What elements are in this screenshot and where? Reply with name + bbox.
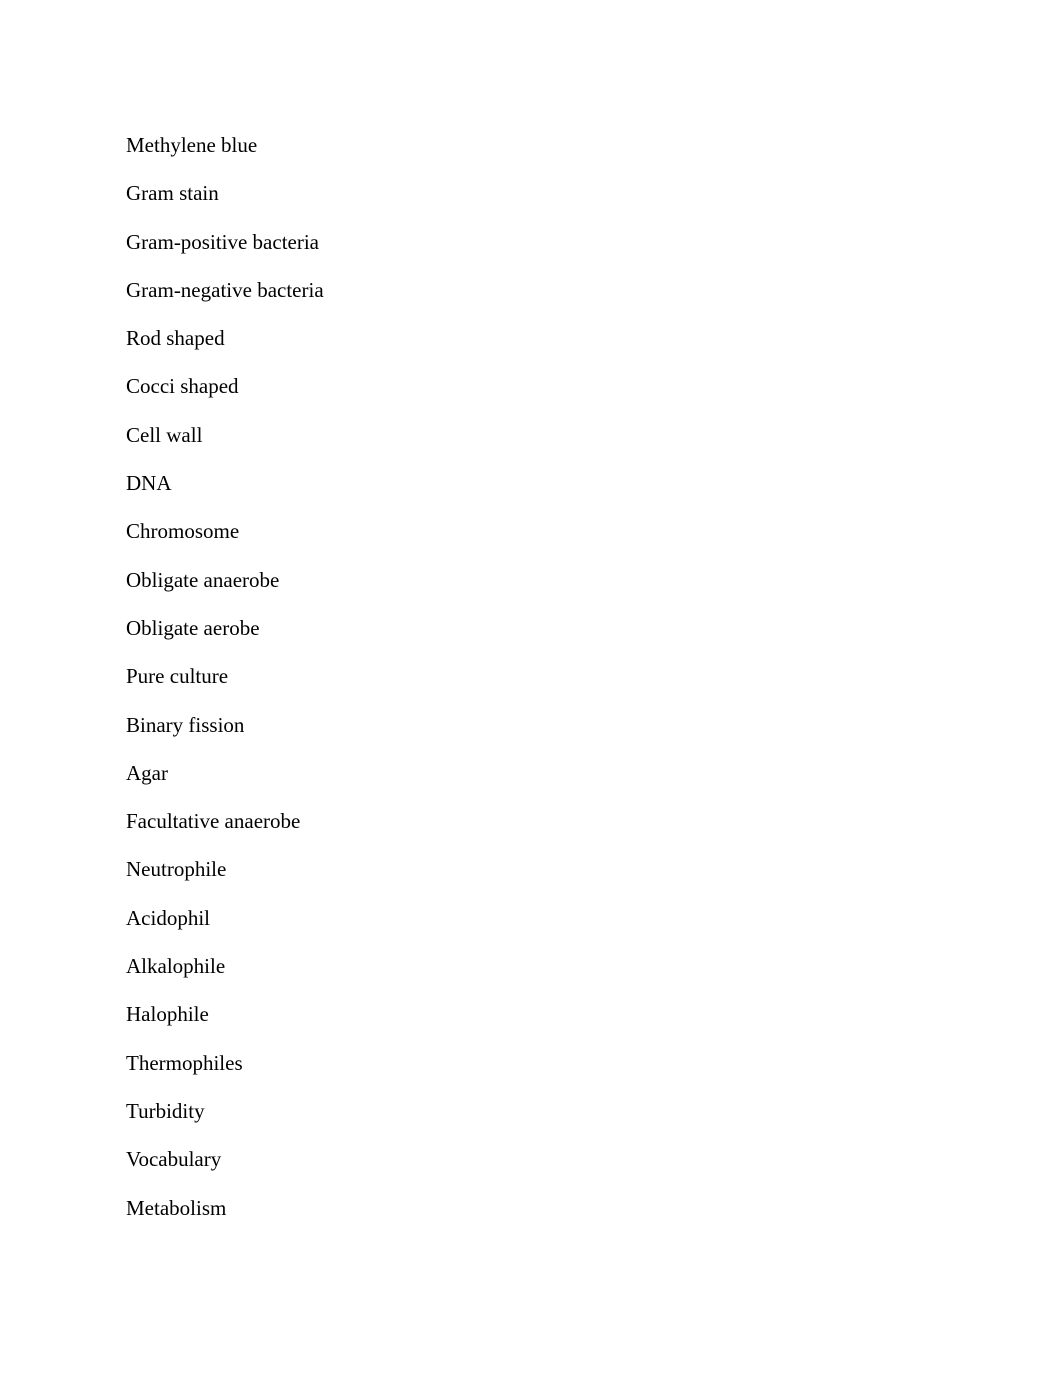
term-dna: DNA [126,471,172,496]
term-chromosome: Chromosome [126,519,240,544]
term-alkalophile: Alkalophile [126,954,226,979]
term-facultative-anaerobe: Facultative anaerobe [126,809,301,834]
term-pure-culture: Pure culture [126,664,229,689]
term-neutrophile: Neutrophile [126,857,227,882]
term-agar: Agar [126,760,168,785]
vocabulary-term-list: Methylene blue Gram stain Gram-positive … [126,121,324,1232]
term-obligate-aerobe: Obligate aerobe [126,615,260,640]
term-rod-shaped: Rod shaped [126,326,225,351]
term-obligate-anaerobe: Obligate anaerobe [126,567,280,592]
term-gram-negative-bacteria: Gram-negative bacteria [126,277,324,302]
term-turbidity: Turbidity [126,1098,205,1123]
term-halophile: Halophile [126,1002,209,1027]
term-metabolism: Metabolism [126,1195,227,1220]
document-page: Methylene blue Gram stain Gram-positive … [0,0,1062,1376]
term-binary-fission: Binary fission [126,712,245,737]
term-vocabulary: Vocabulary [126,1147,222,1172]
term-thermophiles: Thermophiles [126,1050,243,1075]
term-methylene-blue: Methylene blue [126,133,258,157]
term-gram-positive-bacteria: Gram-positive bacteria [126,229,319,254]
term-cell-wall: Cell wall [126,422,203,447]
term-cocci-shaped: Cocci shaped [126,374,239,399]
term-acidophil: Acidophil [126,905,210,930]
term-gram-stain: Gram stain [126,181,219,206]
